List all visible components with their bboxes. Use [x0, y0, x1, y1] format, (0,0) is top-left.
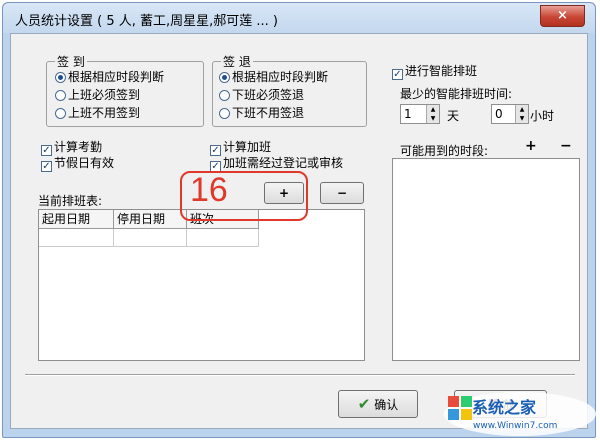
- checkbox-checked-icon: ✓: [41, 161, 52, 172]
- column-header-start-date[interactable]: 起用日期: [39, 210, 114, 228]
- schedule-label: 当前排班表:: [38, 194, 103, 208]
- stepper-arrows-icon[interactable]: ▲ ▼: [426, 105, 439, 123]
- smart-schedule-label: 进行智能排班: [405, 64, 478, 78]
- signout-group: 签 退 根据相应时段判断 下班必须签退 下班不用签退: [212, 53, 367, 127]
- radio-selected-icon: [55, 72, 66, 83]
- periods-label: 可能用到的时段:: [400, 144, 489, 158]
- signin-option-label: 上班不用签到: [68, 106, 141, 120]
- periods-add-icon[interactable]: +: [525, 138, 537, 154]
- title-bar[interactable]: 人员统计设置 ( 5 人, 蓄工,周星星,郝可莲 ... ) ×: [3, 3, 595, 33]
- radio-icon: [219, 108, 230, 119]
- radio-icon: [55, 90, 66, 101]
- holiday-valid-checkbox[interactable]: ✓ 节假日有效: [41, 156, 114, 172]
- signin-option-label: 上班必须签到: [68, 88, 141, 102]
- signout-option-label: 下班必须签退: [232, 88, 305, 102]
- calc-overtime-label: 计算加班: [223, 140, 272, 154]
- signin-option-by-period[interactable]: 根据相应时段判断: [55, 70, 164, 84]
- schedule-table[interactable]: 起用日期 停用日期 班次: [38, 209, 365, 361]
- overtime-approval-label: 加班需经过登记或审核: [223, 156, 344, 170]
- radio-icon: [55, 108, 66, 119]
- signout-option-none[interactable]: 下班不用签退: [219, 106, 304, 120]
- hours-value: 0: [495, 107, 503, 121]
- annotation-step-number: 16: [190, 171, 228, 209]
- periods-list[interactable]: [392, 158, 580, 361]
- minus-icon: −: [336, 186, 348, 200]
- signout-group-title: 签 退: [221, 53, 253, 70]
- signout-option-label: 下班不用签退: [232, 106, 305, 120]
- close-button[interactable]: ×: [540, 5, 585, 27]
- signin-option-none[interactable]: 上班不用签到: [55, 106, 140, 120]
- schedule-remove-button[interactable]: −: [320, 182, 364, 204]
- periods-remove-icon[interactable]: −: [560, 138, 572, 154]
- days-unit: 天: [447, 109, 460, 123]
- checkbox-checked-icon: ✓: [392, 69, 403, 80]
- table-cell[interactable]: [187, 229, 259, 247]
- ok-button-label: 确认: [374, 398, 399, 412]
- signin-group: 签 到 根据相应时段判断 上班必须签到 上班不用签到: [46, 53, 204, 127]
- signin-group-title: 签 到: [55, 53, 87, 70]
- table-row[interactable]: [39, 229, 259, 247]
- holiday-valid-label: 节假日有效: [54, 156, 115, 170]
- column-header-end-date[interactable]: 停用日期: [114, 210, 187, 228]
- signin-option-must[interactable]: 上班必须签到: [55, 88, 140, 102]
- hours-stepper[interactable]: 0 ▲ ▼: [491, 104, 529, 124]
- dialog-client-area: 签 到 根据相应时段判断 上班必须签到 上班不用签到 签 退 根据相应时段判断 …: [10, 33, 588, 429]
- signin-option-label: 根据相应时段判断: [68, 70, 165, 84]
- signout-option-must[interactable]: 下班必须签退: [219, 88, 304, 102]
- calc-attendance-label: 计算考勤: [54, 140, 103, 154]
- stepper-arrows-icon[interactable]: ▲ ▼: [515, 105, 528, 123]
- checkbox-checked-icon: ✓: [210, 145, 221, 156]
- days-value: 1: [404, 107, 412, 121]
- calc-attendance-checkbox[interactable]: ✓ 计算考勤: [41, 140, 102, 156]
- min-time-label: 最少的智能排班时间:: [400, 87, 513, 101]
- hours-unit: 小时: [530, 109, 555, 123]
- watermark-url: www.Winwin7.com: [473, 421, 558, 431]
- signout-option-label: 根据相应时段判断: [232, 70, 329, 84]
- smart-schedule-checkbox[interactable]: ✓ 进行智能排班: [392, 64, 477, 80]
- ok-button[interactable]: ✔ 确认: [338, 390, 418, 418]
- overtime-approval-checkbox[interactable]: ✓ 加班需经过登记或审核: [210, 156, 343, 172]
- radio-selected-icon: [219, 72, 230, 83]
- window-title: 人员统计设置 ( 5 人, 蓄工,周星星,郝可莲 ... ): [15, 14, 279, 29]
- table-cell[interactable]: [39, 229, 114, 247]
- footer-divider: [25, 374, 575, 376]
- calc-overtime-checkbox[interactable]: ✓ 计算加班: [210, 140, 271, 156]
- checkmark-icon: ✔: [357, 395, 371, 413]
- watermark-brand: 系统之家: [472, 398, 537, 417]
- signout-option-by-period[interactable]: 根据相应时段判断: [219, 70, 328, 84]
- days-stepper[interactable]: 1 ▲ ▼: [400, 104, 440, 124]
- radio-icon: [219, 90, 230, 101]
- checkbox-checked-icon: ✓: [41, 145, 52, 156]
- table-cell[interactable]: [114, 229, 187, 247]
